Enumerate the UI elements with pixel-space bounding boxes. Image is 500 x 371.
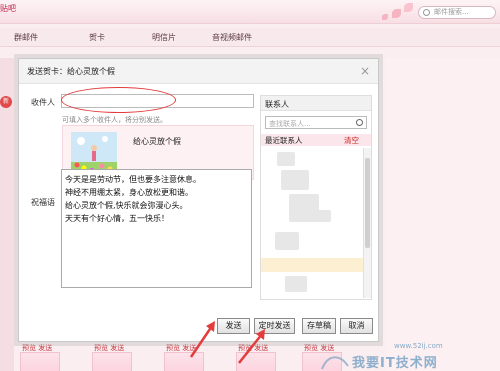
blurred-contact <box>285 276 307 292</box>
wish-label: 祝福语 <box>31 198 55 207</box>
contacts-scrollbar[interactable] <box>363 148 371 298</box>
tab-postcard[interactable]: 明信片 <box>152 32 176 43</box>
blurred-contact <box>289 194 319 222</box>
card-thumbnail[interactable] <box>20 352 60 371</box>
blurred-contact <box>281 170 309 190</box>
contact-list[interactable] <box>261 148 363 298</box>
top-bar: 贴吧 邮件搜索... <box>0 0 500 24</box>
preview-send-link[interactable]: 预览 发送 <box>22 343 52 353</box>
search-icon <box>356 119 363 126</box>
contact-search-input[interactable]: 查找联系人... <box>265 116 367 129</box>
search-icon <box>423 9 430 16</box>
send-button[interactable]: 发送 <box>217 318 250 334</box>
wish-line: 今天是是劳动节，但也要多注意休息。 <box>65 175 201 184</box>
blurred-contact <box>275 232 299 250</box>
card-thumbnail[interactable] <box>164 352 204 371</box>
watermark-url: www.52ij.com <box>394 342 443 350</box>
preview-send-link[interactable]: 预览 发送 <box>94 343 124 353</box>
blurred-contact <box>317 210 331 222</box>
cancel-button[interactable]: 取消 <box>340 318 373 334</box>
close-icon[interactable]: × <box>360 64 370 78</box>
flower-decoration-icon <box>392 9 401 18</box>
brand-text: 贴吧 <box>0 4 16 13</box>
preview-send-link[interactable]: 预览 发送 <box>238 343 268 353</box>
background-right-panel <box>386 58 500 371</box>
flower-decoration-icon <box>382 14 388 20</box>
preview-send-link[interactable]: 预览 发送 <box>166 343 196 353</box>
recipient-input[interactable] <box>61 94 254 108</box>
card-thumbnail[interactable] <box>236 352 276 371</box>
scroll-thumb[interactable] <box>365 158 370 248</box>
schedule-send-button[interactable]: 定时发送 <box>254 318 295 334</box>
contacts-title: 联系人 <box>261 96 371 111</box>
dialog-title: 发送贺卡：给心灵放个假 <box>27 67 115 76</box>
mail-search-input[interactable]: 邮件搜索... <box>418 6 496 19</box>
contact-highlight-row <box>261 258 363 272</box>
contacts-panel: 联系人 查找联系人... 最近联系人 清空 <box>260 95 372 300</box>
recent-contacts-header: 最近联系人 清空 <box>261 134 371 146</box>
recent-contacts-label: 最近联系人 <box>265 136 303 145</box>
blurred-contact <box>277 152 295 166</box>
new-badge: 新 <box>0 96 12 108</box>
wish-line: 神经不用绷太紧，身心放松更和谐。 <box>65 188 193 197</box>
watermark-text: 我要IT技术网 <box>352 356 438 371</box>
send-card-dialog: 发送贺卡：给心灵放个假 × 收件人 可填入多个收件人，将分别发送。 给心灵放个假… <box>18 58 379 342</box>
recipient-hint: 可填入多个收件人，将分别发送。 <box>62 116 167 124</box>
tab-greeting-card[interactable]: 贺卡 <box>89 32 105 43</box>
dialog-header: 发送贺卡：给心灵放个假 × <box>19 59 378 84</box>
flower-decoration-icon <box>404 3 413 12</box>
recipient-label: 收件人 <box>31 98 55 107</box>
wish-line: 给心灵放个假,快乐就会弥漫心头。 <box>65 201 188 210</box>
card-thumbnail[interactable] <box>92 352 132 371</box>
save-draft-button[interactable]: 存草稿 <box>302 318 336 334</box>
wish-textarea[interactable]: 今天是是劳动节，但也要多注意休息。 神经不用绷太紧，身心放松更和谐。 给心灵放个… <box>61 169 252 288</box>
category-tabs: 群邮件 贺卡 明信片 音视频邮件 <box>0 28 500 47</box>
card-name: 给心灵放个假 <box>133 137 181 146</box>
contact-search-placeholder: 查找联系人... <box>269 120 311 128</box>
tab-group-mail[interactable]: 群邮件 <box>14 32 38 43</box>
clear-recent-button[interactable]: 清空 <box>344 135 359 146</box>
wish-line: 天天有个好心情，五一快乐！ <box>65 214 169 223</box>
tab-video-mail[interactable]: 音视频邮件 <box>212 32 252 43</box>
search-placeholder: 邮件搜索... <box>434 8 469 16</box>
